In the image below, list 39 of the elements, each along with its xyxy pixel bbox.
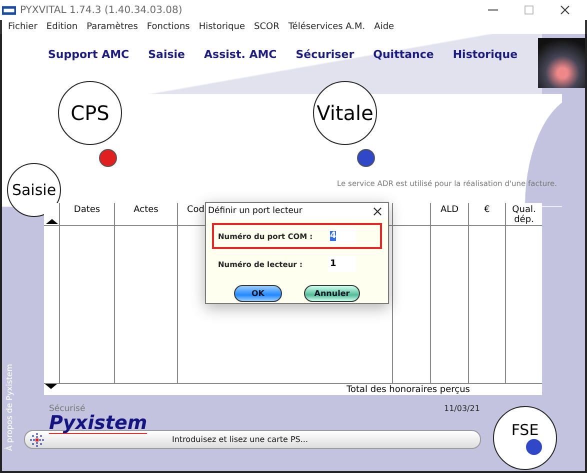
close-icon[interactable] bbox=[560, 5, 570, 15]
dotted-grid-icon bbox=[30, 432, 44, 446]
close-icon[interactable] bbox=[373, 206, 382, 216]
column-header: Cod bbox=[187, 205, 205, 217]
cancel-button[interactable]: Annuler bbox=[304, 285, 360, 302]
menu-item[interactable]: Paramètres bbox=[86, 22, 138, 32]
window-title: PYXVITAL 1.74.3 (1.40.34.03.08) bbox=[20, 4, 182, 16]
column-header: Actes bbox=[134, 205, 158, 217]
menu-item[interactable]: Aide bbox=[374, 22, 394, 32]
column-header: Dates bbox=[74, 205, 100, 217]
date-text: 11/03/21 bbox=[444, 404, 480, 413]
nav-tab[interactable]: Sécuriser bbox=[296, 48, 354, 61]
menu-item[interactable]: SCOR bbox=[254, 22, 280, 32]
dialog-title: Définir un port lecteur bbox=[208, 206, 302, 216]
column-header: ALD bbox=[440, 205, 459, 217]
nav-tab[interactable]: Historique bbox=[452, 48, 518, 61]
input-field[interactable]: 4 bbox=[328, 228, 356, 244]
brand-logo: Pyxistem bbox=[49, 414, 148, 434]
menu-item[interactable]: Téléservices A.M. bbox=[288, 22, 366, 32]
menu-item[interactable]: Fonctions bbox=[146, 22, 190, 32]
nav-tab[interactable]: Quittance bbox=[373, 48, 434, 61]
scroll-up-icon[interactable] bbox=[46, 219, 58, 224]
ok-button[interactable]: OK bbox=[234, 285, 282, 302]
menu-item[interactable]: Historique bbox=[198, 22, 245, 32]
status-message: Introduisez et lisez une carte PS... bbox=[172, 435, 308, 444]
nav-tab[interactable]: Support AMC bbox=[48, 48, 130, 61]
menu-item[interactable]: Edition bbox=[46, 22, 78, 32]
logo-image bbox=[538, 38, 585, 88]
nav-tab[interactable]: Saisie bbox=[148, 48, 186, 61]
column-header: € bbox=[484, 205, 490, 217]
fse-circle[interactable]: FSE bbox=[493, 406, 557, 470]
menu-item[interactable]: Fichier bbox=[8, 22, 38, 32]
status-label: Sécurisé bbox=[49, 404, 86, 414]
total-label: Total des honoraires perçus bbox=[346, 384, 470, 394]
nav-tab[interactable]: Assist. AMC bbox=[204, 48, 277, 61]
input-field[interactable]: 1 bbox=[328, 256, 356, 272]
fse-label: FSE bbox=[511, 421, 539, 439]
scroll-down-icon[interactable] bbox=[45, 384, 57, 389]
column-header: Qual. dép. bbox=[511, 205, 537, 225]
